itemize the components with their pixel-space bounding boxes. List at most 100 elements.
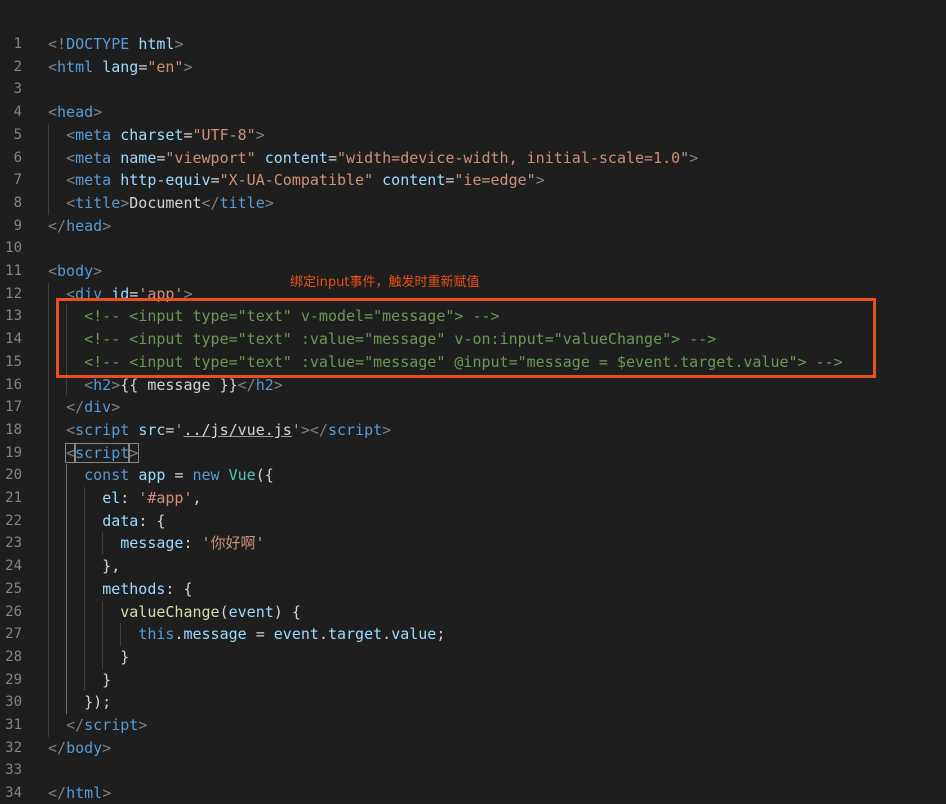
code-token: ></ [300, 421, 328, 439]
code-token: > [138, 716, 148, 734]
code-token: ({ [255, 466, 274, 484]
code-token: valueChange [120, 603, 220, 621]
code-token: script [327, 421, 383, 439]
code-line[interactable]: const app = new Vue({ [0, 464, 946, 486]
code-token: > [264, 194, 274, 212]
code-line[interactable]: <script> [0, 442, 946, 464]
code-line[interactable]: <!-- <input type="text" v-model="message… [0, 305, 946, 327]
code-token: message [120, 534, 184, 552]
code-token: body [66, 739, 103, 757]
code-line[interactable]: <title>Document</title> [0, 192, 946, 214]
code-line[interactable]: </head> [0, 215, 946, 237]
code-line[interactable]: message: '你好啊' [0, 532, 946, 554]
code-token: "viewport" [165, 149, 265, 167]
code-token: script [75, 421, 139, 439]
code-line[interactable]: <!-- <input type="text" :value="message"… [0, 351, 946, 373]
code-token: > [183, 285, 193, 303]
code-line[interactable]: <script src='../js/vue.js'></script> [0, 419, 946, 441]
code-token: = [327, 149, 337, 167]
code-token: > [93, 103, 103, 121]
code-line[interactable]: </body> [0, 737, 946, 759]
code-line[interactable]: } [0, 646, 946, 668]
code-token: "UTF-8" [192, 126, 256, 144]
code-token: < [84, 376, 94, 394]
code-token: data [102, 512, 139, 530]
code-token: "ie=edge" [454, 171, 536, 189]
code-token: > [273, 376, 283, 394]
code-line[interactable] [0, 78, 946, 100]
code-line[interactable]: </html> [0, 782, 946, 804]
code-token: 'app' [138, 285, 184, 303]
code-line[interactable]: <h2>{{ message }}</h2> [0, 374, 946, 396]
code-line[interactable]: <!DOCTYPE html> [0, 33, 946, 55]
code-token: = [129, 285, 139, 303]
code-line[interactable]: <meta charset="UTF-8"> [0, 124, 946, 146]
code-line[interactable] [0, 759, 946, 781]
code-line[interactable]: <head> [0, 101, 946, 123]
code-token: = [210, 171, 220, 189]
code-token: = [255, 625, 274, 643]
code-token: head [66, 217, 103, 235]
code-token: > [174, 35, 184, 53]
code-token: > [120, 194, 130, 212]
code-token: = [138, 58, 148, 76]
code-token: event [273, 625, 319, 643]
code-line[interactable]: data: { [0, 510, 946, 532]
code-line[interactable]: methods: { [0, 578, 946, 600]
code-line[interactable] [0, 237, 946, 259]
code-editor[interactable]: 1 2 3 4 5 6 7 8 9 10 11 12 13 14 15 16 17 18 19 20 21 22 23 24 2… [0, 0, 946, 804]
code-token: const [84, 466, 139, 484]
code-line[interactable]: }, [0, 555, 946, 577]
code-token: html [138, 35, 175, 53]
code-token: app [138, 466, 175, 484]
code-token: methods [102, 580, 166, 598]
code-token: Vue [228, 466, 256, 484]
code-token: "width=device-width, initial-scale=1.0" [337, 149, 690, 167]
code-token: title [219, 194, 265, 212]
code-token: "en" [147, 58, 184, 76]
code-token: < [48, 58, 58, 76]
code-token: meta [75, 171, 121, 189]
code-line[interactable]: el: '#app', [0, 487, 946, 509]
code-token: < [65, 443, 77, 463]
code-token: src [138, 421, 166, 439]
code-token: html [57, 58, 103, 76]
code-token: > [102, 217, 112, 235]
code-line[interactable]: }); [0, 691, 946, 713]
code-line[interactable]: <meta name="viewport" content="width=dev… [0, 147, 946, 169]
code-token: } [48, 671, 112, 689]
code-token: html [66, 784, 103, 802]
code-line[interactable]: </div> [0, 396, 946, 418]
code-line[interactable]: <!-- <input type="text" :value="message"… [0, 328, 946, 350]
code-token: id [111, 285, 130, 303]
code-token: </ [48, 784, 67, 802]
annotation-label: 绑定input事件，触发时重新赋值 [290, 275, 480, 290]
code-token: <! [48, 35, 67, 53]
code-token: < [48, 262, 58, 280]
code-token: </ [201, 194, 220, 212]
code-token: body [57, 262, 94, 280]
code-token: message [183, 625, 256, 643]
code-token: content [382, 171, 446, 189]
code-token: </ [48, 739, 67, 757]
code-line[interactable]: </script> [0, 714, 946, 736]
code-token: ../js/vue.js [183, 421, 292, 439]
code-token: ' [291, 421, 301, 439]
code-token: > [689, 149, 699, 167]
code-line[interactable]: } [0, 669, 946, 691]
code-token: > [128, 443, 140, 463]
code-token: < [66, 194, 76, 212]
code-token: > [102, 784, 112, 802]
code-line[interactable]: valueChange(event) { [0, 601, 946, 623]
code-line[interactable]: <html lang="en"> [0, 56, 946, 78]
code-token: this [138, 625, 175, 643]
code-line[interactable]: this.message = event.target.value; [0, 623, 946, 645]
code-line[interactable]: <meta http-equiv="X-UA-Compatible" conte… [0, 169, 946, 191]
code-token: h2 [255, 376, 274, 394]
